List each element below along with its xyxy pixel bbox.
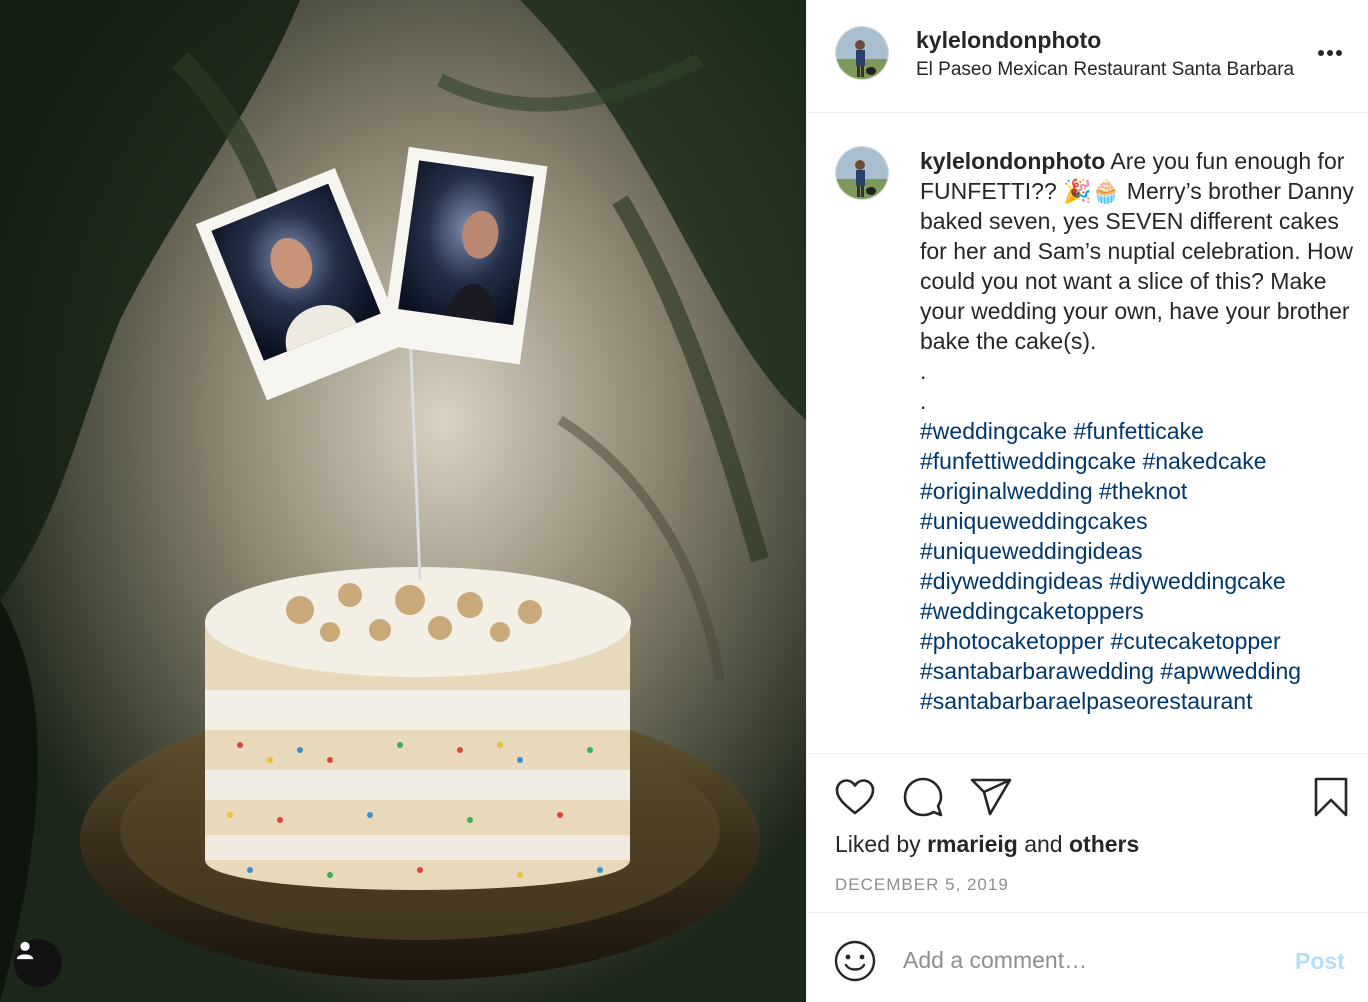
smiley-icon [834,940,876,982]
caption-text: kylelondonphoto Are you fun enough for F… [920,146,1360,716]
caption-emojis: 🎉🧁 [1063,178,1121,204]
post-sidebar: kylelondonphoto El Paseo Mexican Restaur… [806,0,1368,1002]
liker-username[interactable]: rmarieig [927,831,1018,857]
comment-icon [903,777,943,817]
post-photo[interactable] [0,0,806,1002]
caption-dot: . [920,358,927,384]
likes-prefix: Liked by [835,831,928,857]
likes-middle: and [1017,831,1069,857]
likes-summary: Liked by rmarieig and others [835,831,1139,858]
post-comment-button[interactable]: Post [1295,948,1345,975]
hashtag-link[interactable]: #uniqueweddingideas [920,538,1143,564]
hashtag-link[interactable]: #uniqueweddingcakes [920,508,1148,534]
emoji-button[interactable] [833,939,877,983]
post-date[interactable]: DECEMBER 5, 2019 [835,875,1009,895]
hashtag-link[interactable]: #cutecaketopper [1111,628,1281,654]
hashtag-link[interactable]: #diyweddingcake [1109,568,1285,594]
hashtag-link[interactable]: #originalwedding [920,478,1093,504]
caption-dot: . [920,388,927,414]
comment-bar: Post [807,914,1368,1002]
share-button[interactable] [969,775,1013,819]
more-options-button[interactable] [1315,40,1347,64]
post-actions: Liked by rmarieig and others DECEMBER 5,… [807,755,1368,913]
header-username[interactable]: kylelondonphoto [916,27,1101,54]
paper-plane-icon [970,778,1012,816]
likes-others-link[interactable]: others [1069,831,1139,857]
hashtag-link[interactable]: #santabarbarawedding [920,658,1154,684]
save-button[interactable] [1309,775,1353,819]
post-header: kylelondonphoto El Paseo Mexican Restaur… [807,0,1368,113]
hashtag-link[interactable]: #funfettiweddingcake [920,448,1136,474]
tagged-users-button[interactable] [14,939,62,987]
cake-photo-illustration [0,0,806,1002]
user-icon [16,941,34,960]
hashtag-link[interactable]: #apwwedding [1160,658,1301,684]
hashtag-link[interactable]: #santabarbaraelpaseorestaurant [920,688,1252,714]
profile-photo [836,27,888,79]
hashtag-link[interactable]: #funfetticake [1073,418,1203,444]
hashtag-link[interactable]: #nakedcake [1143,448,1267,474]
hashtag-link[interactable]: #weddingcake [920,418,1067,444]
caption-avatar[interactable] [835,146,889,200]
more-horizontal-icon [1318,50,1342,56]
caption-section: kylelondonphoto Are you fun enough for F… [807,114,1368,754]
post-location[interactable]: El Paseo Mexican Restaurant Santa Barbar… [916,59,1344,81]
like-button[interactable] [833,775,877,819]
profile-photo [836,147,888,199]
caption-body-end: Merry’s brother Danny baked seven, yes S… [920,178,1354,354]
avatar[interactable] [835,26,889,80]
hashtag-link[interactable]: #weddingcaketoppers [920,598,1144,624]
hashtag-link[interactable]: #photocaketopper [920,628,1104,654]
heart-icon [835,779,875,815]
hashtag-link[interactable]: #diyweddingideas [920,568,1103,594]
bookmark-icon [1314,777,1348,817]
caption-username[interactable]: kylelondonphoto [920,148,1105,174]
hashtag-link[interactable]: #theknot [1099,478,1187,504]
comment-input[interactable] [903,940,1273,980]
comment-button[interactable] [901,775,945,819]
hashtag-list: #weddingcake #funfetticake #funfettiwedd… [920,416,1360,716]
